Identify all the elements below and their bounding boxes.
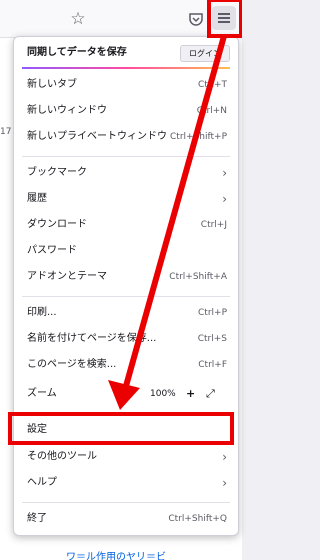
menu-item-shortcut: Ctrl+J — [200, 220, 227, 230]
menu-item-bookmarks[interactable]: ブックマーク › — [14, 162, 238, 184]
menu-item-downloads[interactable]: ダウンロード Ctrl+J — [14, 214, 238, 236]
menu-item-label: 新しいタブ — [27, 79, 77, 90]
menu-item-quit[interactable]: 終了 Ctrl+Shift+Q — [14, 508, 238, 530]
menu-item-find-in-page[interactable]: このページを検索... Ctrl+F — [14, 354, 238, 376]
chevron-right-icon: › — [222, 166, 227, 180]
menu-item-label: 印刷... — [27, 307, 57, 318]
sync-divider — [22, 67, 230, 69]
login-button[interactable]: ログイン — [180, 45, 230, 62]
menu-item-label: 終了 — [27, 513, 47, 524]
menu-item-shortcut: Ctrl+S — [197, 334, 227, 344]
menu-item-shortcut: Ctrl+P — [198, 308, 227, 318]
menu-item-label: ヘルプ — [27, 477, 57, 488]
menu-item-label: ブックマーク — [27, 167, 87, 178]
more-tools-highlight-box — [8, 412, 234, 445]
menu-item-shortcut: Ctrl+F — [198, 360, 227, 370]
background-number: 17 — [0, 127, 12, 137]
app-menu-panel: 同期してデータを保存 ログイン 新しいタブ Ctrl+T 新しいウィンドウ Ct… — [13, 36, 239, 536]
menu-item-passwords[interactable]: パスワード — [14, 240, 238, 262]
menu-item-save-page[interactable]: 名前を付けてページを保存... Ctrl+S — [14, 328, 238, 350]
background-link[interactable]: ワ＝ル作用のヤリ＝ビ — [66, 548, 166, 560]
menu-item-new-window[interactable]: 新しいウィンドウ Ctrl+N — [14, 100, 238, 122]
menu-item-shortcut: Ctrl+Shift+Q — [168, 514, 227, 524]
pocket-icon[interactable] — [186, 9, 206, 29]
hamburger-menu-icon[interactable] — [212, 6, 236, 30]
chevron-right-icon: › — [222, 476, 227, 490]
zoom-label: ズーム — [27, 388, 57, 399]
zoom-in-button[interactable]: + — [186, 383, 195, 405]
zoom-value: 100% — [150, 389, 176, 399]
menu-item-label: 新しいウィンドウ — [27, 105, 107, 116]
chevron-right-icon: › — [222, 192, 227, 206]
menu-item-label: 名前を付けてページを保存... — [27, 333, 157, 344]
menu-item-addons-themes[interactable]: アドオンとテーマ Ctrl+Shift+A — [14, 266, 238, 288]
menu-item-shortcut: Ctrl+Shift+P — [170, 132, 227, 142]
menu-separator — [22, 156, 230, 157]
menu-separator — [22, 296, 230, 297]
chevron-right-icon: › — [222, 450, 227, 464]
menu-item-help[interactable]: ヘルプ › — [14, 472, 238, 494]
browser-toolbar: ☆ — [0, 0, 242, 38]
menu-item-shortcut: Ctrl+N — [196, 106, 227, 116]
sync-label: 同期してデータを保存 — [27, 47, 127, 58]
menu-item-shortcut: Ctrl+T — [197, 80, 227, 90]
menu-item-label: パスワード — [27, 245, 77, 256]
menu-item-print[interactable]: 印刷... Ctrl+P — [14, 302, 238, 324]
menu-item-label: 履歴 — [27, 193, 47, 204]
bookmark-star-icon[interactable]: ☆ — [68, 9, 88, 29]
zoom-row: ズーム 100% + ⤢ — [14, 383, 238, 405]
menu-item-shortcut: Ctrl+Shift+A — [169, 272, 227, 282]
menu-item-new-private-window[interactable]: 新しいプライベートウィンドウ Ctrl+Shift+P — [14, 126, 238, 148]
menu-item-label: このページを検索... — [27, 359, 117, 370]
menu-item-label: 新しいプライベートウィンドウ — [27, 131, 167, 142]
menu-item-history[interactable]: 履歴 › — [14, 188, 238, 210]
menu-item-new-tab[interactable]: 新しいタブ Ctrl+T — [14, 74, 238, 96]
menu-separator — [22, 502, 230, 503]
menu-item-label: その他のツール — [27, 451, 97, 462]
fullscreen-icon[interactable]: ⤢ — [206, 383, 215, 405]
menu-item-more-tools[interactable]: その他のツール › — [14, 446, 238, 468]
menu-item-label: ダウンロード — [27, 219, 87, 230]
sync-row: 同期してデータを保存 ログイン — [14, 42, 238, 64]
menu-item-label: アドオンとテーマ — [27, 271, 107, 282]
